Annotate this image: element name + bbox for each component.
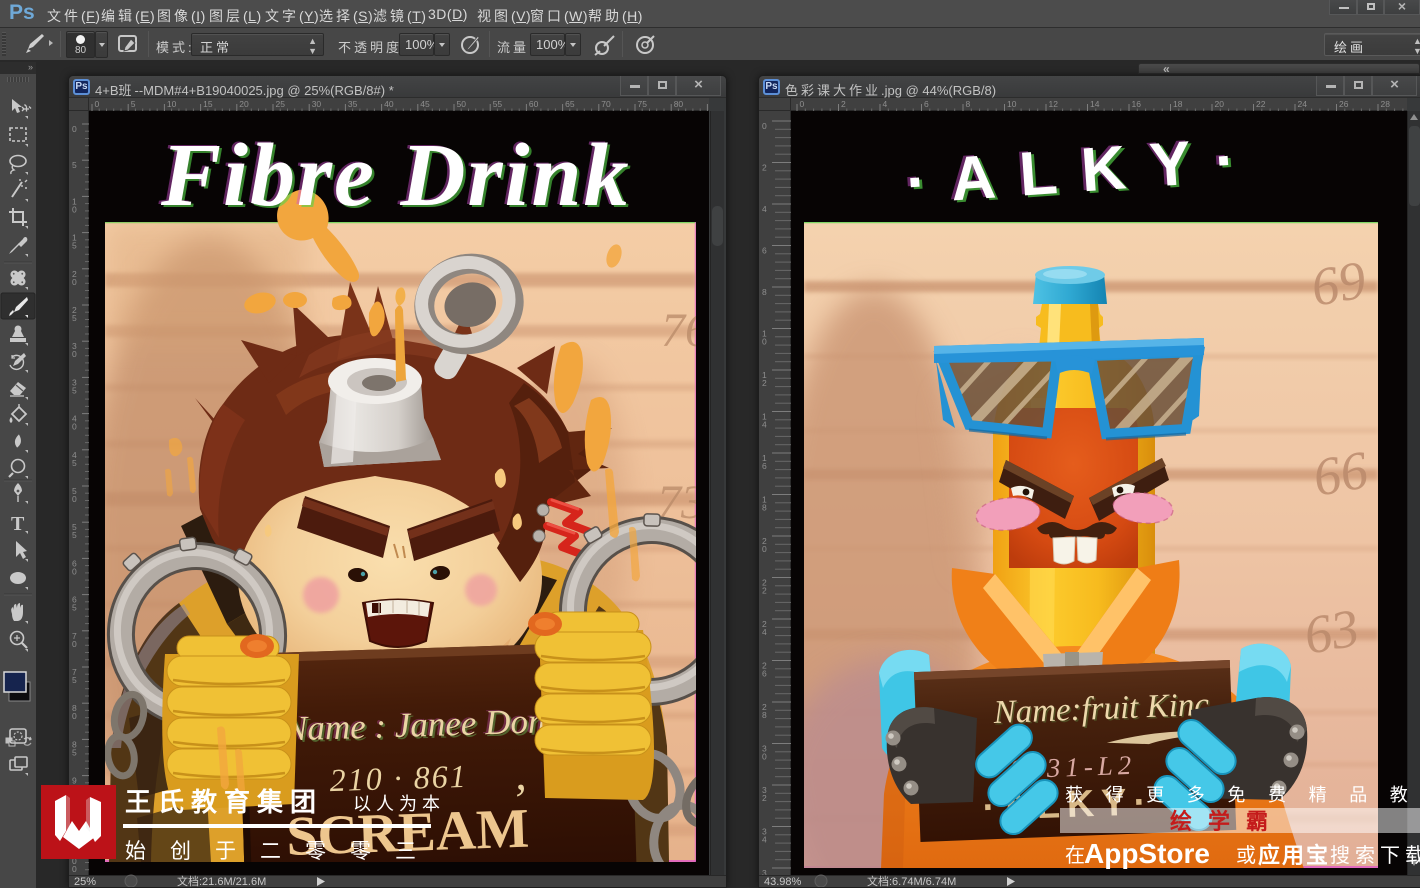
svg-text:20: 20	[72, 269, 77, 287]
svg-text:24: 24	[1298, 99, 1308, 109]
svg-text:0: 0	[72, 124, 77, 134]
svg-text:30: 30	[72, 341, 77, 359]
svg-text:30: 30	[312, 99, 322, 109]
svg-text:28: 28	[762, 702, 767, 720]
svg-text:14: 14	[1090, 99, 1100, 109]
svg-text:在: 在	[1065, 844, 1085, 867]
svg-text:8: 8	[762, 287, 767, 297]
svg-text:8: 8	[966, 99, 971, 109]
svg-text:60: 60	[529, 99, 539, 109]
svg-text:75: 75	[72, 667, 77, 685]
svg-text:0: 0	[800, 99, 805, 109]
svg-text:60: 60	[72, 558, 77, 576]
svg-text:45: 45	[72, 450, 77, 468]
svg-text:获得更多免费精品教程: 获得更多免费精品教程	[1065, 785, 1420, 805]
svg-text:16: 16	[762, 453, 767, 471]
svg-text:34: 34	[762, 827, 767, 845]
svg-text:文档:6.74M/6.74M: 文档:6.74M/6.74M	[867, 874, 956, 887]
svg-text:70: 70	[601, 99, 611, 109]
svg-text:20: 20	[762, 536, 767, 554]
svg-text:26: 26	[1339, 99, 1349, 109]
svg-text:T: T	[11, 513, 25, 535]
svg-text:22: 22	[762, 578, 767, 596]
svg-text:王氏教育集团: 王氏教育集团	[125, 787, 323, 817]
svg-text:始创于二零零三年: 始创于二零零三年	[125, 840, 441, 863]
svg-text:10: 10	[1007, 99, 1017, 109]
svg-text:6: 6	[762, 246, 767, 256]
svg-text:应用宝: 应用宝	[1258, 843, 1330, 868]
svg-text:15: 15	[72, 233, 77, 251]
svg-text:70: 70	[72, 631, 77, 649]
svg-text:24: 24	[762, 619, 767, 637]
svg-text:66: 66	[1309, 439, 1373, 507]
svg-text:4: 4	[883, 99, 888, 109]
svg-text:5: 5	[72, 160, 77, 170]
svg-text:或: 或	[1236, 844, 1256, 867]
svg-text:2: 2	[762, 163, 767, 173]
svg-text:15: 15	[203, 99, 213, 109]
svg-text:30: 30	[762, 744, 767, 762]
svg-text:40: 40	[384, 99, 394, 109]
svg-text:10: 10	[167, 99, 177, 109]
svg-text:55: 55	[72, 522, 77, 540]
svg-text:14: 14	[762, 412, 767, 430]
svg-text:20: 20	[1215, 99, 1225, 109]
svg-text:45: 45	[420, 99, 430, 109]
svg-text:绘学霸: 绘学霸	[1170, 809, 1284, 834]
svg-text:6: 6	[924, 99, 929, 109]
svg-text:63: 63	[1300, 597, 1364, 665]
svg-text:16: 16	[1132, 99, 1142, 109]
svg-text:55: 55	[493, 99, 503, 109]
svg-text:75: 75	[638, 99, 648, 109]
svg-text:50: 50	[72, 486, 77, 504]
svg-text:10: 10	[72, 196, 77, 214]
svg-text:0: 0	[95, 99, 100, 109]
svg-text:Fibre Drink: Fibre Drink	[160, 126, 631, 225]
svg-text:18: 18	[762, 495, 767, 513]
svg-text:以人为本: 以人为本	[353, 794, 441, 814]
svg-text:25%: 25%	[74, 876, 96, 887]
svg-text:4: 4	[762, 204, 767, 214]
svg-text:AppStore: AppStore	[1084, 838, 1210, 869]
svg-text:22: 22	[1256, 99, 1266, 109]
svg-text:5: 5	[131, 99, 136, 109]
svg-text:26: 26	[762, 661, 767, 679]
svg-text:85: 85	[72, 739, 77, 757]
svg-text:35: 35	[348, 99, 358, 109]
svg-text:69: 69	[1307, 249, 1371, 317]
svg-text:25: 25	[72, 305, 77, 323]
svg-text:12: 12	[762, 370, 767, 388]
svg-text:50: 50	[457, 99, 467, 109]
svg-text:2: 2	[841, 99, 846, 109]
svg-text:12: 12	[1049, 99, 1059, 109]
svg-text:80: 80	[674, 99, 684, 109]
svg-text:28: 28	[1381, 99, 1391, 109]
svg-text:10: 10	[762, 329, 767, 347]
svg-text:18: 18	[1173, 99, 1183, 109]
svg-text:43.98%: 43.98%	[764, 876, 802, 887]
svg-text:40: 40	[72, 414, 77, 432]
svg-text:35: 35	[72, 377, 77, 395]
svg-text:80: 80	[72, 703, 77, 721]
svg-text:文档:21.6M/21.6M: 文档:21.6M/21.6M	[177, 874, 266, 887]
svg-text:25: 25	[276, 99, 286, 109]
svg-text:65: 65	[565, 99, 575, 109]
svg-text:20: 20	[239, 99, 249, 109]
svg-text:65: 65	[72, 595, 77, 613]
svg-text:搜索下载: 搜索下载	[1330, 844, 1420, 867]
svg-text:0: 0	[762, 121, 767, 131]
svg-text:32: 32	[762, 785, 767, 803]
svg-text:Name : Janee Don: Name : Janee Don	[282, 701, 546, 748]
